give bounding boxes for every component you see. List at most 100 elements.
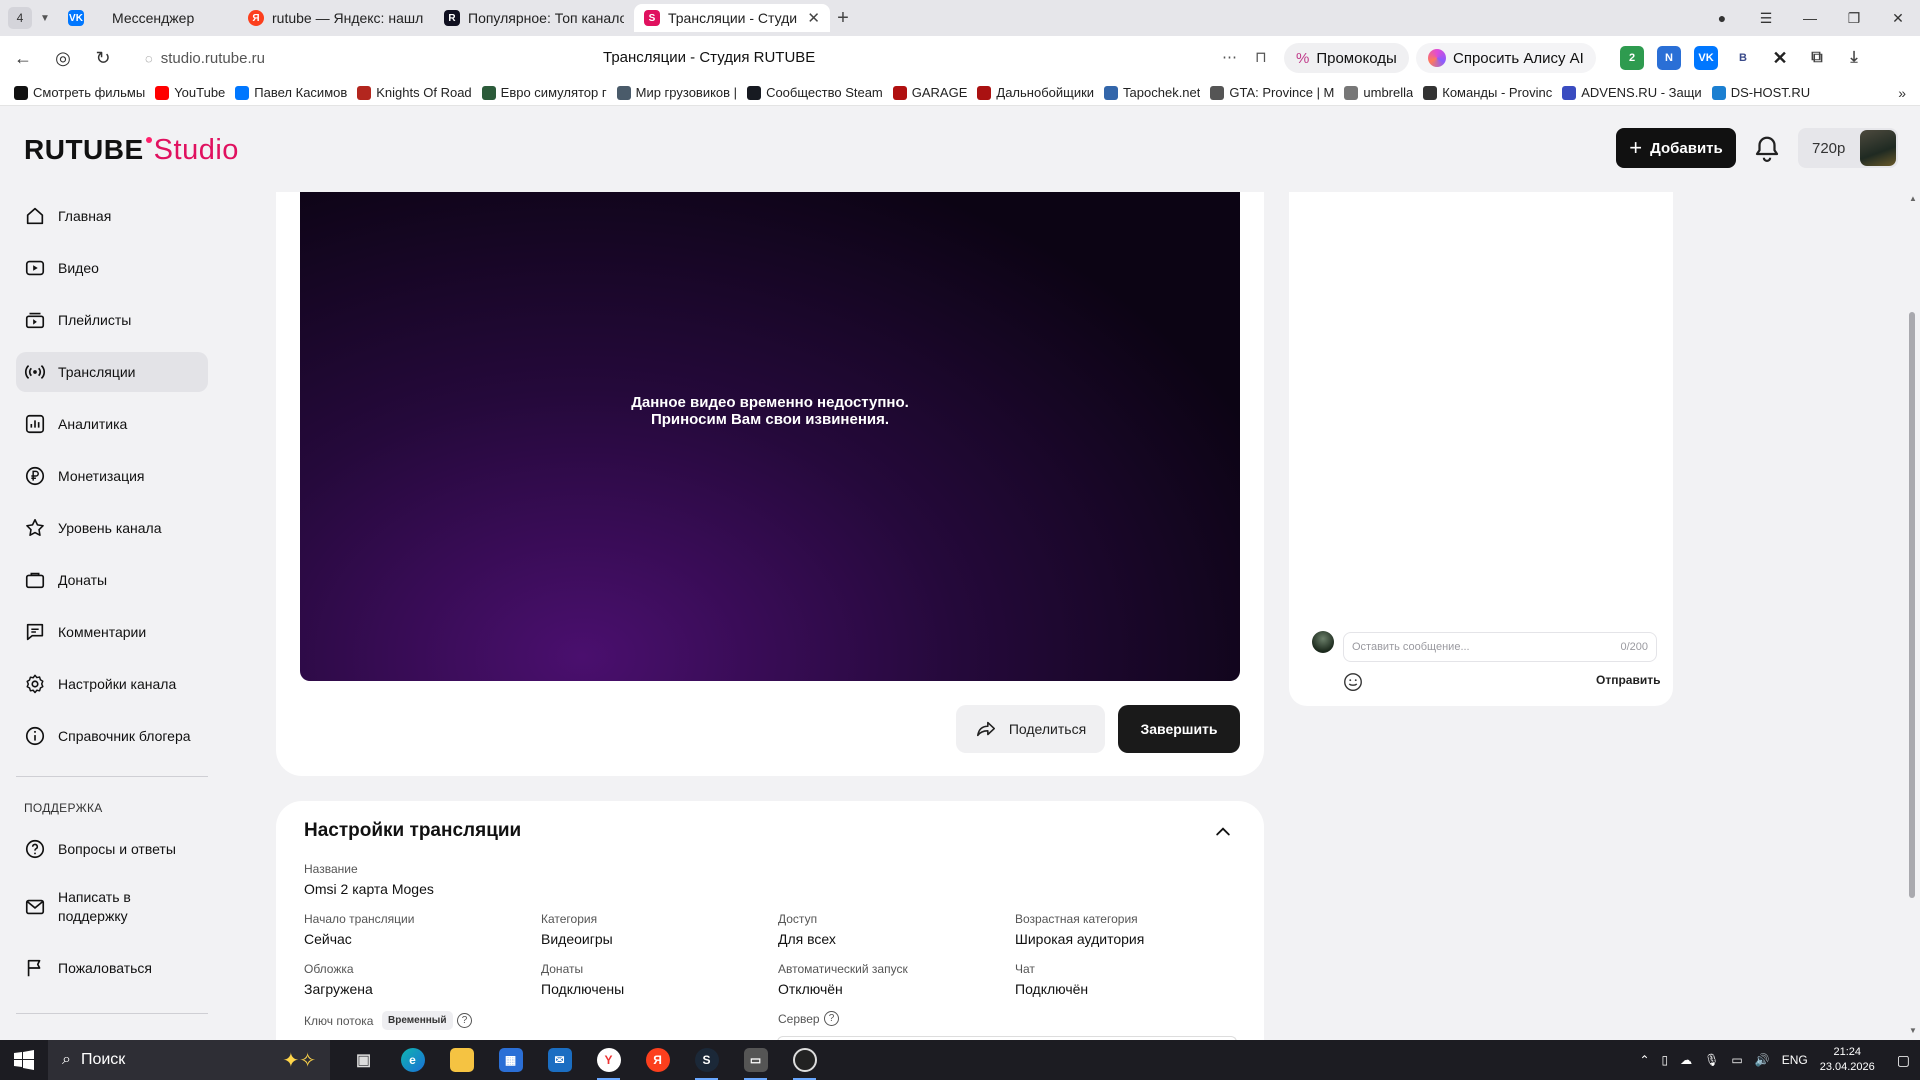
start-button[interactable] (0, 1040, 48, 1080)
taskbar-yandex-browser[interactable]: Y (591, 1040, 626, 1080)
taskbar-yandex[interactable]: Я (640, 1040, 675, 1080)
server-help-icon[interactable]: ? (824, 1011, 839, 1026)
extension-vk-icon[interactable]: VK (1694, 46, 1718, 70)
taskbar-store[interactable]: ▦ (493, 1040, 528, 1080)
sidebar-item-contact-support[interactable]: Написать в поддержку (16, 881, 208, 933)
sidebar-item-donations[interactable]: Донаты (16, 560, 208, 600)
browser-tab-yandex[interactable]: Я rutube — Яндекс: нашлось (238, 4, 434, 32)
rutube-studio-logo[interactable]: RUTUBE Studio (24, 134, 239, 167)
yandex-protect-icon[interactable]: ◎ (46, 41, 80, 75)
taskbar-edge[interactable]: e (395, 1040, 430, 1080)
reload-button[interactable]: ↻ (86, 41, 120, 75)
share-button[interactable]: Поделиться (956, 705, 1105, 753)
scroll-down-arrow-icon[interactable]: ▼ (1906, 1026, 1920, 1038)
bookmark-item[interactable]: YouTube (155, 85, 225, 100)
bookmark-item[interactable]: Мир грузовиков | (616, 85, 737, 100)
clock[interactable]: 21:24 23.04.2026 (1820, 1045, 1875, 1075)
more-icon[interactable]: ⋯ (1222, 48, 1237, 66)
sidebar-item-analytics[interactable]: Аналитика (16, 404, 208, 444)
avatar[interactable] (1860, 130, 1896, 166)
collapse-chevron-up-icon[interactable] (1213, 822, 1233, 842)
site-info-icon[interactable]: ◌ (145, 51, 153, 66)
emoji-icon[interactable] (1342, 671, 1364, 693)
bookmark-item[interactable]: Tapochek.net (1104, 85, 1200, 100)
sidebar-item-video[interactable]: Видео (16, 248, 208, 288)
downloads-icon[interactable]: ⤓ (1842, 46, 1866, 70)
sidebar-item-channel-settings[interactable]: Настройки канала (16, 664, 208, 704)
support-heading: ПОДДЕРЖКА (24, 801, 103, 815)
sidebar-item-home[interactable]: Главная (16, 196, 208, 236)
tray-overflow-chevron-icon[interactable]: ⌃ (1639, 1053, 1649, 1067)
bookmark-icon[interactable]: ⊓ (1255, 48, 1267, 66)
bookmark-item[interactable]: Команды - Provinc (1423, 85, 1552, 100)
taskbar-obs[interactable] (787, 1040, 822, 1080)
language-indicator[interactable]: ENG (1782, 1053, 1808, 1067)
sidebar-item-report[interactable]: Пожаловаться (16, 948, 208, 988)
bookmark-item[interactable]: Сообщество Steam (747, 85, 883, 100)
bookmark-item[interactable]: Евро симулятор г (481, 85, 607, 100)
bookmark-favicon-icon (357, 85, 372, 100)
extension-shield-icon[interactable]: 2 (1620, 46, 1644, 70)
tab-count-badge[interactable]: 4 (8, 7, 32, 29)
bookmark-item[interactable]: Смотреть фильмы (14, 85, 145, 100)
bookmark-item[interactable]: umbrella (1344, 85, 1413, 100)
field-label-access: Доступ (778, 912, 818, 926)
video-player[interactable]: Данное видео временно недоступно. Принос… (300, 192, 1240, 681)
back-button[interactable]: ← (6, 41, 40, 75)
browser-tab-popular[interactable]: R Популярное: Топ каналов (434, 4, 634, 32)
extension-news-icon[interactable]: N (1657, 46, 1681, 70)
close-tab-icon[interactable]: ✕ (807, 9, 820, 27)
sidebar-item-blogger-guide[interactable]: Справочник блогера (16, 716, 208, 756)
sidebar-item-faq[interactable]: Вопросы и ответы (16, 829, 208, 869)
bookmark-item[interactable]: GARAGE (892, 85, 967, 100)
microphone-icon[interactable]: 🎙 (1704, 1053, 1719, 1067)
add-button[interactable]: + Добавить (1616, 128, 1736, 168)
bookmark-item[interactable]: Павел Касимов (235, 85, 347, 100)
taskbar-steam[interactable]: S (689, 1040, 724, 1080)
account-menu[interactable]: 720p (1798, 128, 1898, 168)
wallet-icon (25, 572, 45, 589)
bookmark-item[interactable]: Дальнобойщики (977, 85, 1094, 100)
taskbar-outlook[interactable]: ✉ (542, 1040, 577, 1080)
taskbar-search[interactable]: ⌕ Поиск ✦✧ (48, 1040, 330, 1080)
volume-icon[interactable]: 🔊 (1755, 1053, 1770, 1067)
bookmark-item[interactable]: ADVENS.RU - Защи (1562, 85, 1702, 100)
taskbar-omsi[interactable]: ▭ (738, 1040, 773, 1080)
scroll-up-arrow-icon[interactable]: ▲ (1906, 194, 1920, 206)
scrollbar-thumb[interactable] (1909, 312, 1915, 898)
profile-icon[interactable]: ● (1700, 10, 1744, 26)
browser-tab-studio[interactable]: S Трансляции - Студия RUTUBE ✕ (634, 4, 830, 32)
restore-button[interactable]: ❐ (1832, 10, 1876, 27)
sidebar-item-channel-level[interactable]: Уровень канала (16, 508, 208, 548)
stream-key-help-icon[interactable]: ? (457, 1013, 472, 1028)
notifications-bell-icon[interactable] (1752, 134, 1782, 164)
sidebar-item-monetization[interactable]: Монетизация (16, 456, 208, 496)
bookmarks-overflow-icon[interactable]: » (1898, 85, 1906, 101)
tray-app-icon[interactable]: ▯ (1662, 1053, 1669, 1067)
cloud-icon[interactable]: ☁ (1680, 1053, 1692, 1067)
sidebar-item-playlists[interactable]: Плейлисты (16, 300, 208, 340)
minimize-button[interactable]: — (1788, 10, 1832, 26)
browser-tab-messenger[interactable]: VK Мессенджер (58, 4, 238, 32)
chat-message-input[interactable]: Оставить сообщение... 0/200 (1343, 632, 1657, 662)
task-view-button[interactable]: ▣ (346, 1040, 381, 1080)
send-message-button[interactable]: Отправить (1596, 673, 1660, 687)
extension-b-icon[interactable]: B (1731, 46, 1755, 70)
tab-list-chevron-icon[interactable]: ▼ (32, 7, 58, 29)
sidebar-item-broadcasts[interactable]: Трансляции (16, 352, 208, 392)
finish-broadcast-button[interactable]: Завершить (1118, 705, 1240, 753)
bookmark-item[interactable]: DS-HOST.RU (1711, 85, 1810, 100)
new-tab-button[interactable]: + (830, 5, 856, 31)
bookmark-item[interactable]: Knights Of Road (357, 85, 472, 100)
network-icon[interactable]: ▭ (1731, 1053, 1742, 1067)
promo-codes-button[interactable]: % Промокоды (1284, 43, 1409, 73)
ask-alice-button[interactable]: Спросить Алису AI (1416, 43, 1596, 73)
extensions-puzzle-icon[interactable]: ⧉ (1805, 46, 1829, 70)
close-window-button[interactable]: ✕ (1876, 10, 1920, 27)
menu-icon[interactable]: ☰ (1744, 10, 1788, 27)
extension-tools-icon[interactable]: ✕ (1768, 46, 1792, 70)
sidebar-item-comments[interactable]: Комментарии (16, 612, 208, 652)
notifications-icon[interactable]: ▢ (1897, 1052, 1910, 1069)
bookmark-item[interactable]: GTA: Province | M (1210, 85, 1334, 100)
taskbar-explorer[interactable] (444, 1040, 479, 1080)
